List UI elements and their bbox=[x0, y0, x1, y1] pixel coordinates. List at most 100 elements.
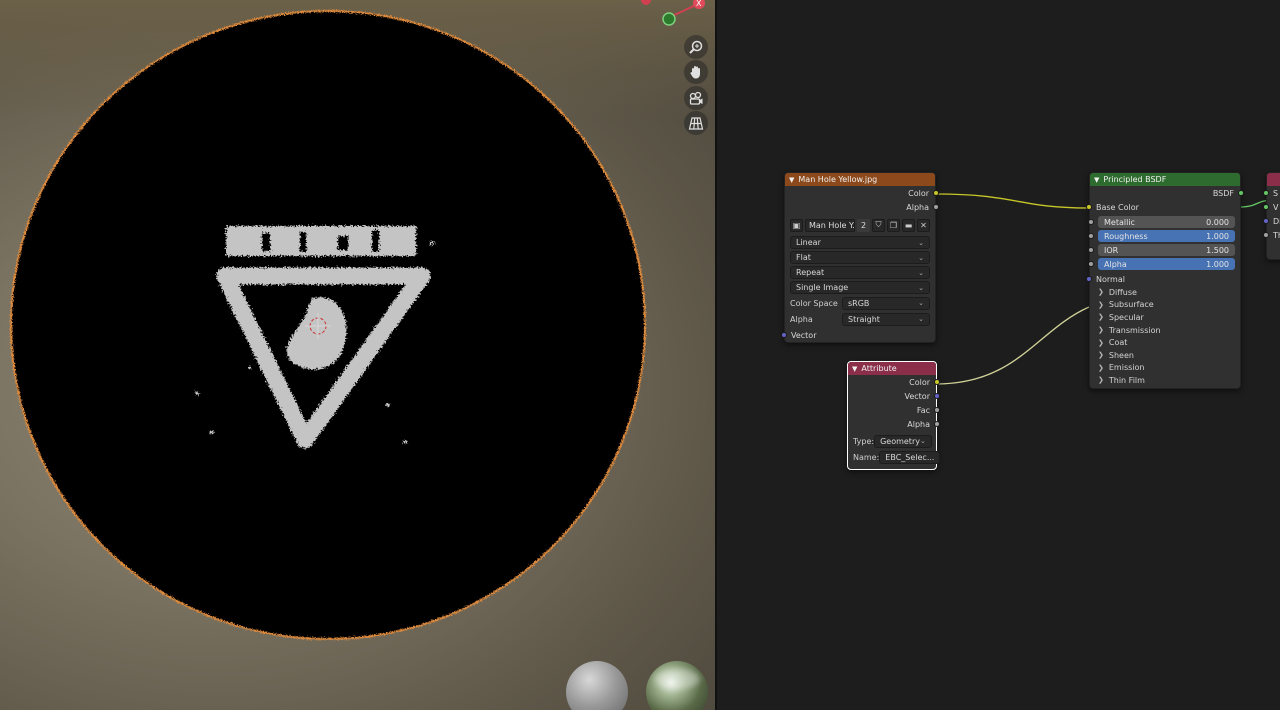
shader-node-editor[interactable]: ▼ Man Hole Yellow.jpg Color Alpha ▣ Man … bbox=[717, 0, 1280, 710]
duplicate-icon[interactable]: ❐ bbox=[887, 218, 900, 232]
panel-coat[interactable]: ❯ Coat bbox=[1090, 336, 1240, 349]
output-socket[interactable] bbox=[934, 393, 940, 399]
input-socket[interactable] bbox=[1263, 190, 1269, 196]
input-socket[interactable] bbox=[1086, 276, 1092, 282]
slider-label: Metallic bbox=[1104, 217, 1135, 227]
output-socket[interactable] bbox=[1238, 190, 1244, 196]
panel-diffuse[interactable]: ❯ Diffuse bbox=[1090, 286, 1240, 299]
socket-label: S bbox=[1273, 188, 1279, 198]
dropdown-value: Straight bbox=[848, 314, 880, 324]
metallic-slider[interactable]: Metallic 0.000 bbox=[1088, 216, 1235, 228]
name-row: Name: EBC_Selec... bbox=[853, 450, 941, 464]
input-socket[interactable] bbox=[1088, 261, 1094, 267]
dropdown-value: sRGB bbox=[848, 298, 870, 308]
projection-dropdown[interactable]: Flat ⌄ bbox=[790, 251, 930, 264]
input-socket[interactable] bbox=[1088, 247, 1094, 253]
node-header[interactable]: ▼ Man Hole Yellow.jpg bbox=[785, 173, 935, 186]
input-vector: Vector bbox=[781, 328, 935, 342]
attribute-node[interactable]: ▼ Attribute Color Vector Fac Alpha Type:… bbox=[847, 361, 941, 470]
interpolation-dropdown[interactable]: Linear ⌄ bbox=[790, 236, 930, 249]
node-header[interactable]: ▼ Attribute bbox=[848, 362, 936, 375]
ior-slider[interactable]: IOR 1.500 bbox=[1088, 244, 1235, 256]
output-alpha: Alpha bbox=[848, 417, 940, 431]
hand-pan-icon[interactable] bbox=[684, 60, 708, 84]
socket-label: Normal bbox=[1096, 274, 1125, 284]
input-socket[interactable] bbox=[781, 332, 787, 338]
extension-dropdown[interactable]: Repeat ⌄ bbox=[790, 266, 930, 279]
chevron-down-icon[interactable]: ▼ bbox=[852, 365, 857, 373]
folder-icon[interactable]: ▬ bbox=[902, 218, 915, 232]
output-bsdf: BSDF bbox=[1090, 186, 1244, 200]
input-socket[interactable] bbox=[1263, 218, 1269, 224]
node-header[interactable] bbox=[1267, 173, 1280, 186]
node-title: Attribute bbox=[861, 364, 897, 373]
material-output-node[interactable]: S V Di Th bbox=[1263, 172, 1280, 260]
chevron-down-icon: ⌄ bbox=[918, 315, 924, 323]
principled-bsdf-node[interactable]: ▼ Principled BSDF BSDF Base Color Metall… bbox=[1086, 172, 1244, 389]
link-color-to-base-color bbox=[935, 193, 1090, 209]
source-dropdown[interactable]: Single Image ⌄ bbox=[790, 281, 930, 294]
fake-user-shield-icon[interactable]: ⛉ bbox=[872, 218, 885, 232]
panel-label: Coat bbox=[1108, 338, 1128, 348]
input-socket[interactable] bbox=[1088, 219, 1094, 225]
panel-subsurface[interactable]: ❯ Subsurface bbox=[1090, 299, 1240, 312]
output-socket[interactable] bbox=[934, 379, 940, 385]
output-fac: Fac bbox=[848, 403, 940, 417]
type-dropdown[interactable]: Geometry ⌄ bbox=[874, 434, 932, 448]
socket-label: Fac bbox=[916, 405, 930, 415]
chevron-down-icon[interactable]: ▼ bbox=[789, 176, 794, 184]
panel-label: Subsurface bbox=[1108, 300, 1154, 310]
socket-label: Alpha bbox=[906, 202, 929, 212]
image-texture-node[interactable]: ▼ Man Hole Yellow.jpg Color Alpha ▣ Man … bbox=[781, 172, 939, 343]
node-header[interactable]: ▼ Principled BSDF bbox=[1090, 173, 1240, 186]
chevron-down-icon: ⌄ bbox=[918, 299, 924, 307]
attribute-name-field[interactable]: EBC_Selec... bbox=[879, 450, 941, 464]
input-socket[interactable] bbox=[1263, 232, 1269, 238]
panel-transmission[interactable]: ❯ Transmission bbox=[1090, 324, 1240, 337]
output-socket[interactable] bbox=[933, 190, 939, 196]
dropdown-value: Geometry bbox=[880, 436, 920, 446]
grid-perspective-icon[interactable] bbox=[684, 111, 708, 135]
input-socket[interactable] bbox=[1086, 204, 1092, 210]
camera-view-icon[interactable] bbox=[684, 86, 708, 110]
dropdown-value: Single Image bbox=[796, 283, 849, 292]
roughness-slider[interactable]: Roughness 1.000 bbox=[1088, 230, 1235, 242]
socket-label: BSDF bbox=[1212, 188, 1234, 198]
socket-label: Th bbox=[1273, 230, 1280, 240]
chevron-down-icon: ⌄ bbox=[918, 268, 924, 277]
chevron-right-icon: ❯ bbox=[1098, 338, 1104, 347]
chevron-right-icon: ❯ bbox=[1098, 351, 1104, 360]
close-icon[interactable]: ✕ bbox=[917, 218, 930, 232]
panel-thin-film[interactable]: ❯ Thin Film bbox=[1090, 374, 1240, 387]
dropdown-value: Repeat bbox=[796, 268, 825, 277]
panel-label: Diffuse bbox=[1108, 287, 1137, 297]
output-socket[interactable] bbox=[934, 421, 940, 427]
panel-label: Sheen bbox=[1108, 350, 1134, 360]
manhole-mesh[interactable] bbox=[0, 0, 715, 710]
user-count[interactable]: 2 bbox=[857, 218, 870, 232]
input-socket[interactable] bbox=[1088, 233, 1094, 239]
color-space-dropdown[interactable]: sRGB ⌄ bbox=[842, 296, 930, 310]
field-value: EBC_Selec... bbox=[885, 452, 935, 462]
navigation-gizmo[interactable]: X bbox=[640, 0, 715, 32]
chevron-down-icon[interactable]: ▼ bbox=[1094, 176, 1099, 184]
image-name-field[interactable]: Man Hole Y... bbox=[805, 218, 855, 232]
zoom-icon[interactable] bbox=[684, 35, 708, 59]
chevron-down-icon: ⌄ bbox=[918, 253, 924, 262]
chevron-down-icon: ⌄ bbox=[918, 283, 924, 292]
image-browse-icon[interactable]: ▣ bbox=[790, 218, 803, 232]
alpha-mode-dropdown[interactable]: Straight ⌄ bbox=[842, 312, 930, 326]
alpha-slider[interactable]: Alpha 1.000 bbox=[1088, 258, 1235, 270]
input-socket[interactable] bbox=[1263, 204, 1269, 210]
svg-text:X: X bbox=[696, 0, 702, 8]
panel-label: Specular bbox=[1108, 312, 1144, 322]
panel-label: Emission bbox=[1108, 363, 1145, 373]
panel-emission[interactable]: ❯ Emission bbox=[1090, 362, 1240, 375]
panel-specular[interactable]: ❯ Specular bbox=[1090, 311, 1240, 324]
panel-sheen[interactable]: ❯ Sheen bbox=[1090, 349, 1240, 362]
output-socket[interactable] bbox=[934, 407, 940, 413]
output-color: Color bbox=[848, 375, 940, 389]
slider-value: 1.500 bbox=[1206, 245, 1229, 255]
3d-viewport[interactable]: X bbox=[0, 0, 715, 710]
output-socket[interactable] bbox=[933, 204, 939, 210]
